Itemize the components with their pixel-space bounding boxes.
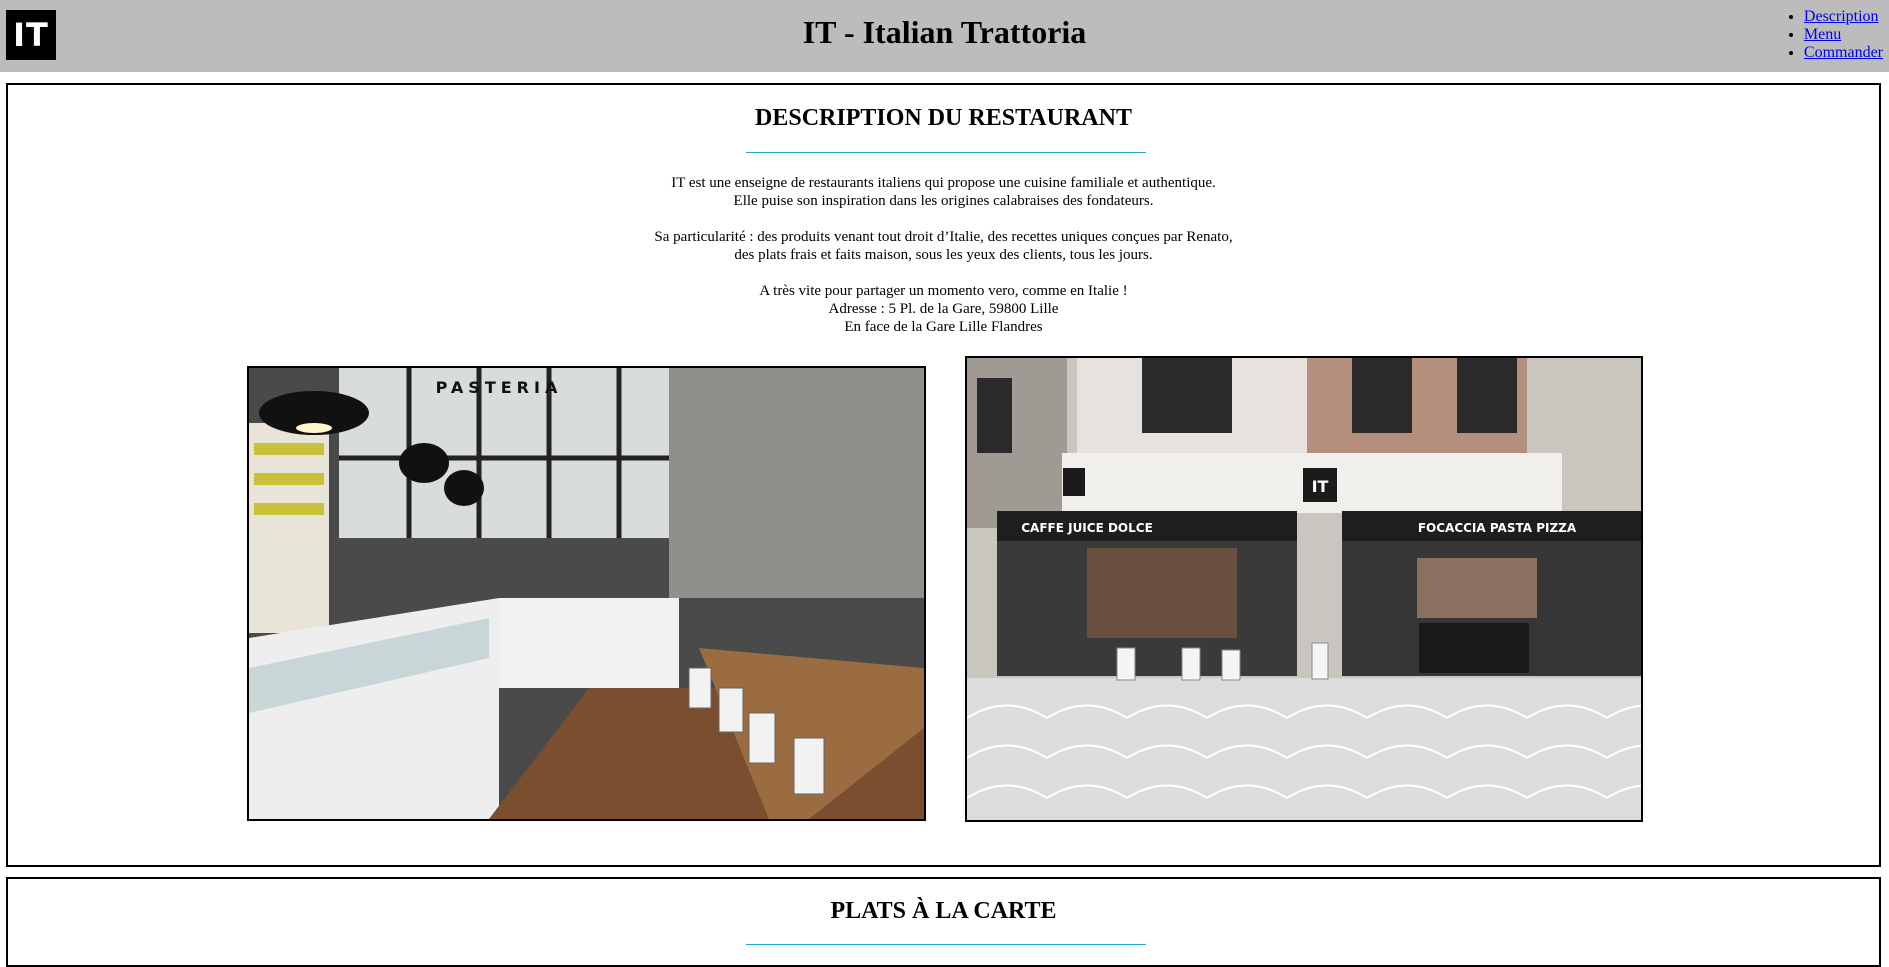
paragraph-address: A très vite pour partager un momento ver… <box>8 282 1879 336</box>
facade-sign-left-text: CAFFE JUICE DOLCE <box>1021 521 1153 535</box>
particularity-line-1: Sa particularité : des produits venant t… <box>654 229 1233 245</box>
restaurant-interior-photo: PASTERIA <box>247 366 926 821</box>
nav-item-commander: Commander <box>1804 44 1883 62</box>
facade-logo-text: IT <box>1312 477 1329 496</box>
description-text: IT est une enseigne de restaurants itali… <box>8 174 1879 336</box>
plats-title-divider <box>746 944 1146 945</box>
paragraph-intro: IT est une enseigne de restaurants itali… <box>8 174 1879 210</box>
location-line: En face de la Gare Lille Flandres <box>844 319 1043 335</box>
nav-link-menu[interactable]: Menu <box>1804 26 1841 43</box>
facade-illustration: IT CAFFE JUICE DOLCE FOCACCIA PASTA PIZZ… <box>967 358 1641 820</box>
particularity-line-2: des plats frais et faits maison, sous le… <box>734 247 1153 263</box>
nav-link-commander[interactable]: Commander <box>1804 44 1883 61</box>
closing-line: A très vite pour partager un momento ver… <box>759 283 1128 299</box>
intro-line-2: Elle puise son inspiration dans les orig… <box>733 193 1154 209</box>
nav-link-description[interactable]: Description <box>1804 8 1879 25</box>
title-divider <box>746 152 1146 153</box>
site-title: IT - Italian Trattoria <box>802 14 1087 50</box>
description-section: DESCRIPTION DU RESTAURANT IT est une ens… <box>6 83 1881 867</box>
site-header: IT IT - Italian Trattoria Description Me… <box>0 0 1889 72</box>
intro-line-1: IT est une enseigne de restaurants itali… <box>671 175 1216 191</box>
paragraph-particularity: Sa particularité : des produits venant t… <box>8 228 1879 264</box>
main-nav: Description Menu Commander <box>1782 8 1883 62</box>
interior-sign-text: PASTERIA <box>436 378 563 397</box>
address-line: Adresse : 5 Pl. de la Gare, 59800 Lille <box>828 301 1059 317</box>
facade-sign-right-text: FOCACCIA PASTA PIZZA <box>1418 521 1577 535</box>
nav-item-description: Description <box>1804 8 1883 26</box>
plats-title: PLATS À LA CARTE <box>830 898 1057 924</box>
nav-item-menu: Menu <box>1804 26 1883 44</box>
plats-section: PLATS À LA CARTE <box>6 877 1881 967</box>
description-title: DESCRIPTION DU RESTAURANT <box>755 105 1132 131</box>
interior-illustration: PASTERIA <box>249 368 924 819</box>
restaurant-facade-photo: IT CAFFE JUICE DOLCE FOCACCIA PASTA PIZZ… <box>965 356 1643 822</box>
